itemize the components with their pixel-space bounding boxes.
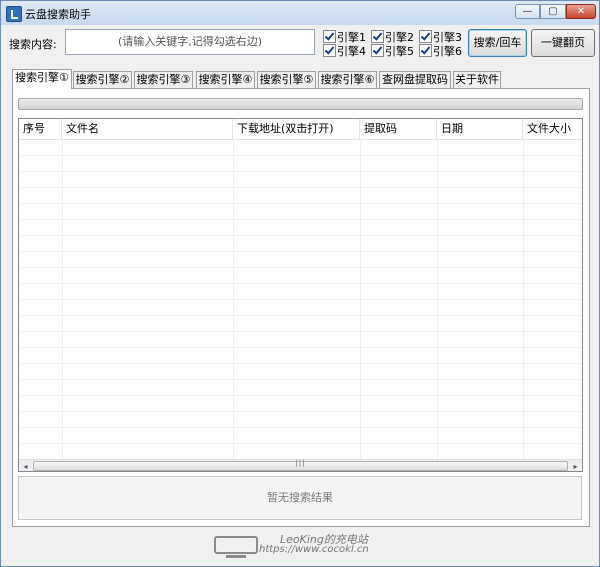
close-button[interactable]: ✕ (566, 4, 596, 19)
watermark-line-2: https://www.cocokl.cn (259, 544, 369, 555)
grid-row-line (19, 267, 582, 268)
column-header-date[interactable]: 日期 (437, 119, 523, 139)
grid-row-line (19, 251, 582, 252)
tab-engine-2[interactable]: 搜索引擎② (73, 71, 132, 88)
engine-4-label: 引擎4 (337, 45, 366, 58)
checkbox-checked-icon (323, 30, 336, 43)
window-title: 云盘搜索助手 (25, 8, 91, 21)
horizontal-scrollbar[interactable]: ◂ ||| ▸ (19, 459, 582, 471)
tab-engine-4[interactable]: 搜索引擎④ (196, 71, 255, 88)
grid-row-line (19, 235, 582, 236)
scroll-left-icon[interactable]: ◂ (19, 460, 32, 471)
grid-row-line (19, 379, 582, 380)
close-icon: ✕ (576, 6, 586, 17)
status-message: 暂无搜索结果 (18, 476, 582, 520)
column-header-index[interactable]: 序号 (19, 119, 62, 139)
one-click-page-button[interactable]: 一键翻页 (531, 29, 595, 57)
minimize-icon: — (522, 6, 533, 17)
grid-row-line (19, 347, 582, 348)
tab-engine-1[interactable]: 搜索引擎① (12, 69, 72, 89)
progress-bar (18, 98, 583, 110)
app-logo-icon (6, 6, 22, 22)
checkbox-checked-icon (419, 30, 432, 43)
engine-6-label: 引擎6 (433, 45, 462, 58)
checkbox-checked-icon (371, 30, 384, 43)
column-header-filesize[interactable]: 文件大小 (523, 119, 582, 139)
grid-row-line (19, 411, 582, 412)
checkbox-checked-icon (323, 44, 336, 57)
minimize-button[interactable]: — (515, 4, 540, 19)
grid-row-line (19, 283, 582, 284)
tab-about[interactable]: 关于软件 (453, 71, 501, 88)
grip-icon: ||| (295, 459, 306, 467)
maximize-icon: ▢ (548, 6, 558, 17)
results-list[interactable]: 序号 文件名 下载地址(双击打开) 提取码 日期 文件大小 ◂ ||| ▸ (18, 118, 583, 472)
checkbox-checked-icon (419, 44, 432, 57)
list-header: 序号 文件名 下载地址(双击打开) 提取码 日期 文件大小 (19, 119, 582, 140)
app-window: 云盘搜索助手 — ▢ ✕ 搜索内容: (请输入关键字,记得勾选右边) 引擎1 引… (0, 0, 600, 567)
grid-row-line (19, 299, 582, 300)
search-button[interactable]: 搜索/回车 (468, 29, 527, 57)
checkbox-checked-icon (371, 44, 384, 57)
watermark-laptop-icon (214, 536, 258, 558)
column-header-extract-code[interactable]: 提取码 (360, 119, 437, 139)
grid-row-line (19, 443, 582, 444)
scroll-thumb[interactable]: ||| (33, 459, 568, 471)
tab-panel: 序号 文件名 下载地址(双击打开) 提取码 日期 文件大小 ◂ ||| ▸ 暂无… (12, 88, 590, 527)
grid-row-line (19, 171, 582, 172)
engine-5-label: 引擎5 (385, 45, 414, 58)
search-label: 搜索内容: (9, 38, 57, 51)
grid-row-line (19, 363, 582, 364)
tab-check-code[interactable]: 查网盘提取码 (379, 71, 451, 88)
maximize-button[interactable]: ▢ (540, 4, 566, 19)
grid-row-line (19, 315, 582, 316)
grid-row-line (19, 155, 582, 156)
grid-row-line (19, 203, 582, 204)
tab-engine-6[interactable]: 搜索引擎⑥ (318, 71, 377, 88)
grid-row-line (19, 427, 582, 428)
column-header-download-url[interactable]: 下载地址(双击打开) (233, 119, 360, 139)
grid-row-line (19, 187, 582, 188)
title-bar[interactable]: 云盘搜索助手 — ▢ ✕ (1, 1, 599, 25)
tab-engine-5[interactable]: 搜索引擎⑤ (257, 71, 316, 88)
grid-row-line (19, 395, 582, 396)
scroll-right-icon[interactable]: ▸ (569, 460, 582, 471)
tab-engine-3[interactable]: 搜索引擎③ (134, 71, 193, 88)
grid-row-line (19, 219, 582, 220)
column-header-filename[interactable]: 文件名 (62, 119, 233, 139)
grid-row-line (19, 331, 582, 332)
search-input[interactable]: (请输入关键字,记得勾选右边) (65, 29, 315, 55)
